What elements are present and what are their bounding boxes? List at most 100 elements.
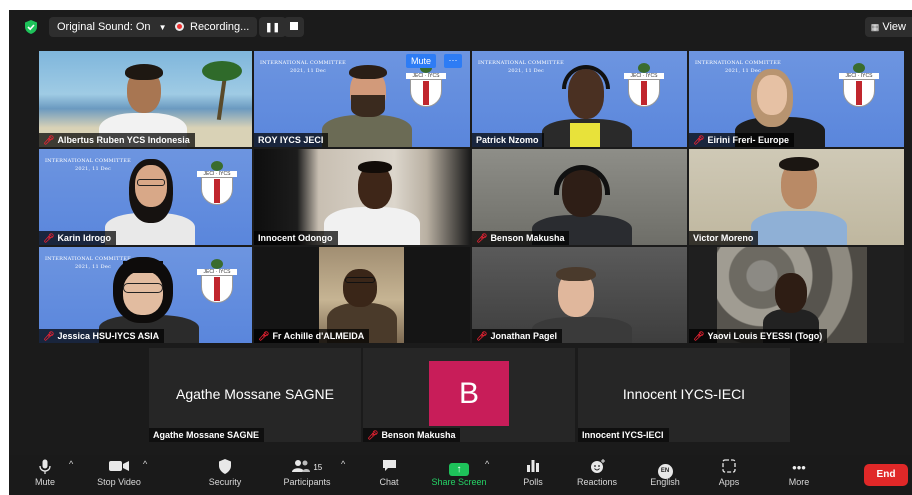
mute-button[interactable]: Mute: [25, 459, 65, 487]
participant-name: Patrick Nzomo: [472, 133, 544, 147]
more-button[interactable]: ••• More: [781, 459, 817, 487]
participant-name: 🎤︎ Jonathan Pagel: [472, 329, 562, 343]
recording-label: Recording...: [190, 21, 250, 33]
original-sound-label: Original Sound: On: [57, 21, 151, 33]
apps-button[interactable]: Apps: [711, 459, 747, 487]
muted-mic-icon: 🎤︎: [693, 135, 705, 145]
more-dots-icon: •••: [792, 460, 806, 475]
view-button[interactable]: ▦ View: [864, 17, 912, 37]
grid-icon: ▦: [870, 22, 880, 32]
top-bar: Original Sound: On ▼ Recording... ❚❚ ▦ Vi…: [9, 10, 912, 44]
palm-tree: [202, 56, 242, 121]
video-tile[interactable]: 🎤︎ Albertus Ruben YCS Indonesia: [39, 51, 252, 147]
mute-participant-button[interactable]: Mute: [406, 54, 437, 68]
video-tile[interactable]: Innocent Odongo: [254, 149, 470, 245]
muted-mic-icon: 🎤︎: [476, 331, 488, 341]
apps-icon: [711, 459, 747, 476]
jeci-iycs-emblem: JECI · IYCS: [624, 61, 664, 107]
participant-name: 🎤︎ Fr Achille d'ALMEIDA: [254, 329, 370, 343]
participant-display-name: Agathe Mossane SAGNE: [176, 386, 334, 402]
polls-button[interactable]: Polls: [515, 459, 551, 487]
name-only-tile[interactable]: B 🎤︎ Benson Makusha: [363, 348, 575, 442]
zoom-meeting-window: Original Sound: On ▼ Recording... ❚❚ ▦ Vi…: [9, 10, 912, 495]
participant-name: ROY IYCS JECI: [254, 133, 329, 147]
recording-icon: [175, 22, 184, 31]
name-only-tile[interactable]: Agathe Mossane SAGNE Agathe Mossane SAGN…: [149, 348, 361, 442]
jeci-iycs-emblem: JECI · IYCS: [197, 257, 237, 303]
muted-mic-icon: 🎤︎: [693, 331, 705, 341]
video-tile[interactable]: Victor Moreno: [689, 149, 904, 245]
video-tile[interactable]: INTERNATIONAL COMMITTEE 2021, 11 Dec JECI…: [39, 247, 252, 343]
share-screen-button[interactable]: ↑ Share Screen: [427, 459, 491, 487]
video-tile[interactable]: INTERNATIONAL COMMITTEE 2021, 11 Dec JECI…: [689, 51, 904, 147]
chevron-up-icon[interactable]: ^: [69, 459, 73, 469]
original-sound-toggle[interactable]: Original Sound: On ▼: [49, 17, 175, 37]
language-interpretation-button[interactable]: EN English: [643, 459, 687, 487]
video-tile[interactable]: 🎤︎ Fr Achille d'ALMEIDA: [254, 247, 470, 343]
video-tile[interactable]: 🎤︎ Jonathan Pagel: [472, 247, 687, 343]
stop-icon: [290, 22, 298, 30]
pause-recording-button[interactable]: ❚❚: [259, 17, 287, 37]
jeci-iycs-emblem: JECI · IYCS: [197, 159, 237, 205]
recording-indicator: Recording...: [167, 17, 258, 37]
security-label: Security: [208, 477, 242, 487]
stop-recording-button[interactable]: [284, 17, 304, 37]
avatar: B: [429, 361, 509, 426]
mute-label: Mute: [34, 477, 55, 487]
end-meeting-button[interactable]: End: [864, 464, 908, 486]
share-screen-label: Share Screen: [431, 477, 487, 487]
muted-mic-icon: 🎤︎: [43, 135, 55, 145]
security-button[interactable]: Security: [203, 459, 247, 487]
participant-name: 🎤︎ Benson Makusha: [363, 428, 461, 442]
stop-video-label: Stop Video: [97, 477, 141, 487]
participant-name: Agathe Mossane SAGNE: [149, 428, 265, 442]
chevron-down-icon[interactable]: ▼: [159, 23, 167, 32]
stop-video-button[interactable]: Stop Video: [89, 459, 149, 487]
video-tile-active-speaker[interactable]: INTERNATIONAL COMMITTEE 2021, 11 Dec JECI…: [254, 51, 470, 147]
chevron-up-icon[interactable]: ^: [485, 459, 489, 469]
participants-count: 15: [313, 463, 323, 472]
chevron-up-icon[interactable]: ^: [341, 459, 345, 469]
security-shield-icon[interactable]: [24, 20, 38, 34]
polls-icon: [515, 459, 551, 476]
participant-name: 🎤︎ Benson Makusha: [472, 231, 570, 245]
video-tile[interactable]: 🎤︎ Yaovi Louis EYESSI (Togo): [689, 247, 904, 343]
more-options-button[interactable]: ···: [444, 54, 462, 68]
language-badge: EN: [643, 459, 687, 479]
reactions-icon: [569, 459, 625, 476]
muted-mic-icon: 🎤︎: [476, 233, 488, 243]
video-camera-icon: [89, 459, 149, 476]
participant-name: 🎤︎ Karin Idrogo: [39, 231, 116, 245]
participant-name: 🎤︎ Yaovi Louis EYESSI (Togo): [689, 329, 828, 343]
participants-label: Participants: [283, 477, 331, 487]
shield-icon: [203, 459, 247, 476]
jeci-iycs-emblem: JECI · IYCS: [839, 61, 879, 107]
muted-mic-icon: 🎤︎: [43, 331, 55, 341]
video-tile[interactable]: INTERNATIONAL COMMITTEE 2021, 11 Dec JECI…: [472, 51, 687, 147]
more-label: More: [788, 477, 810, 487]
polls-label: Polls: [523, 477, 543, 487]
participant-name: Innocent IYCS-IECI: [578, 428, 669, 442]
muted-mic-icon: 🎤︎: [258, 331, 270, 341]
meeting-toolbar: Mute ^ Stop Video ^ Security 15 Particip…: [9, 455, 912, 495]
chat-button[interactable]: Chat: [369, 459, 409, 487]
muted-mic-icon: 🎤︎: [43, 233, 55, 243]
slide-text: INTERNATIONAL COMMITTEE 2021, 11 Dec: [260, 60, 346, 74]
name-only-tile[interactable]: Innocent IYCS-IECI Innocent IYCS-IECI: [578, 348, 790, 442]
share-screen-icon: ↑: [427, 459, 491, 476]
participants-button[interactable]: 15 Participants: [277, 459, 337, 487]
english-label: English: [650, 477, 680, 487]
participant-name: Innocent Odongo: [254, 231, 338, 245]
muted-mic-icon: 🎤︎: [367, 430, 379, 440]
participant-display-name: Innocent IYCS-IECI: [622, 386, 746, 402]
video-tile[interactable]: 🎤︎ Benson Makusha: [472, 149, 687, 245]
participant-name: Victor Moreno: [689, 231, 759, 245]
apps-label: Apps: [718, 477, 740, 487]
video-tile[interactable]: INTERNATIONAL COMMITTEE 2021, 11 Dec JECI…: [39, 149, 252, 245]
chat-icon: [369, 459, 409, 476]
reactions-button[interactable]: Reactions: [569, 459, 625, 487]
participant-name: 🎤︎ Albertus Ruben YCS Indonesia: [39, 133, 195, 147]
chevron-up-icon[interactable]: ^: [143, 459, 147, 469]
participants-icon: 15: [277, 459, 337, 476]
chat-label: Chat: [379, 477, 399, 487]
